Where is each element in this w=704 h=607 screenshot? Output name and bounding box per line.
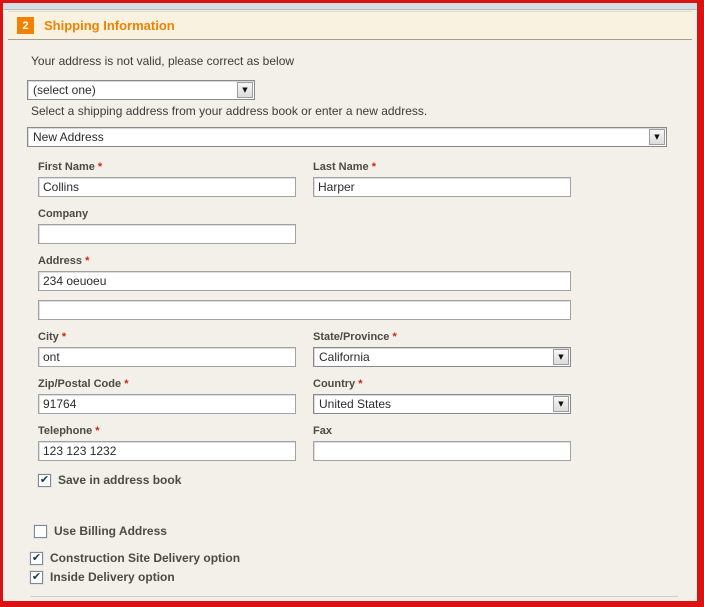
required-mark: * xyxy=(97,161,103,173)
saved-address-select[interactable]: (select one) ▼ xyxy=(27,80,255,100)
zip-label: Zip/Postal Code * xyxy=(38,378,129,390)
required-mark: * xyxy=(358,378,363,390)
state-label: State/Province * xyxy=(313,331,397,343)
fax-label: Fax xyxy=(313,425,332,437)
required-mark: * xyxy=(392,331,397,343)
previous-section-edge xyxy=(3,3,697,10)
company-input[interactable] xyxy=(38,224,296,244)
shipping-information-panel: 2 Shipping Information Your address is n… xyxy=(0,0,704,607)
company-row: Company xyxy=(38,208,571,244)
dropdown-button[interactable]: ▼ xyxy=(553,349,569,365)
fax-input[interactable] xyxy=(313,441,571,461)
dropdown-button[interactable]: ▼ xyxy=(237,82,253,98)
zip-input[interactable] xyxy=(38,394,296,414)
required-mark: * xyxy=(371,161,376,173)
invalid-address-notice: Your address is not valid, please correc… xyxy=(31,54,295,68)
address-label: Address * xyxy=(38,255,90,267)
dropdown-button[interactable]: ▼ xyxy=(649,129,665,145)
address-line2-input[interactable] xyxy=(38,300,571,320)
saved-address-select-value: (select one) xyxy=(33,83,96,97)
section-title: Shipping Information xyxy=(44,18,175,33)
city-state-row: City * State/Province * California ▼ xyxy=(38,331,571,367)
address-mode-select-value: New Address xyxy=(33,130,104,144)
country-select-value: United States xyxy=(319,397,392,411)
city-input[interactable] xyxy=(38,347,296,367)
dropdown-arrow-icon: ▼ xyxy=(242,85,248,94)
step-number-badge: 2 xyxy=(17,17,34,34)
dropdown-arrow-icon: ▼ xyxy=(654,132,660,141)
first-name-label: First Name * xyxy=(38,161,103,173)
required-mark: * xyxy=(61,331,67,343)
check-mark: ✔ xyxy=(31,570,42,583)
zip-country-row: Zip/Postal Code * Country * United State… xyxy=(38,378,571,414)
dropdown-button[interactable]: ▼ xyxy=(553,396,569,412)
phone-fax-row: Telephone * Fax xyxy=(38,425,571,461)
new-address-form: First Name * Last Name * Company Address… xyxy=(38,161,571,487)
check-mark: ✔ xyxy=(31,551,42,564)
save-in-address-book-label: Save in address book xyxy=(58,473,182,487)
address-book-hint: Select a shipping address from your addr… xyxy=(31,104,428,118)
first-name-input[interactable] xyxy=(38,177,296,197)
state-select-value: California xyxy=(319,350,370,364)
address-row: Address * xyxy=(38,255,571,320)
shipping-form-content: Your address is not valid, please correc… xyxy=(3,40,697,597)
use-billing-address-checkbox[interactable] xyxy=(34,524,47,538)
address-line1-input[interactable] xyxy=(38,271,571,291)
inside-delivery-label: Inside Delivery option xyxy=(50,570,175,584)
country-label: Country * xyxy=(313,378,363,390)
company-label: Company xyxy=(38,208,89,220)
construction-site-delivery-label: Construction Site Delivery option xyxy=(50,551,241,565)
dropdown-arrow-icon: ▼ xyxy=(558,352,564,361)
required-mark: * xyxy=(124,378,129,390)
required-mark: * xyxy=(95,425,100,437)
section-header: 2 Shipping Information xyxy=(8,11,692,40)
required-mark: * xyxy=(85,255,90,267)
telephone-label: Telephone * xyxy=(38,425,100,437)
country-select[interactable]: United States ▼ xyxy=(313,394,571,414)
telephone-input[interactable] xyxy=(38,441,296,461)
dropdown-arrow-icon: ▼ xyxy=(558,399,564,408)
use-billing-address-label: Use Billing Address xyxy=(54,524,167,538)
check-mark: ✔ xyxy=(39,473,50,486)
city-label: City * xyxy=(38,331,67,343)
use-billing-address-row: Use Billing Address xyxy=(34,524,697,538)
construction-site-delivery-checkbox[interactable]: ✔ xyxy=(30,551,43,565)
inside-delivery-checkbox[interactable]: ✔ xyxy=(30,570,43,584)
name-row: First Name * Last Name * xyxy=(38,161,571,197)
save-in-address-book-checkbox[interactable]: ✔ xyxy=(38,473,51,487)
last-name-label: Last Name * xyxy=(313,161,376,173)
state-select[interactable]: California ▼ xyxy=(313,347,571,367)
save-in-address-book-row: ✔ Save in address book xyxy=(38,473,571,487)
section-bottom-divider xyxy=(30,596,678,597)
address-mode-select[interactable]: New Address ▼ xyxy=(27,127,667,147)
inside-delivery-row: ✔ Inside Delivery option xyxy=(30,570,697,584)
last-name-input[interactable] xyxy=(313,177,571,197)
construction-site-delivery-row: ✔ Construction Site Delivery option xyxy=(30,551,697,565)
